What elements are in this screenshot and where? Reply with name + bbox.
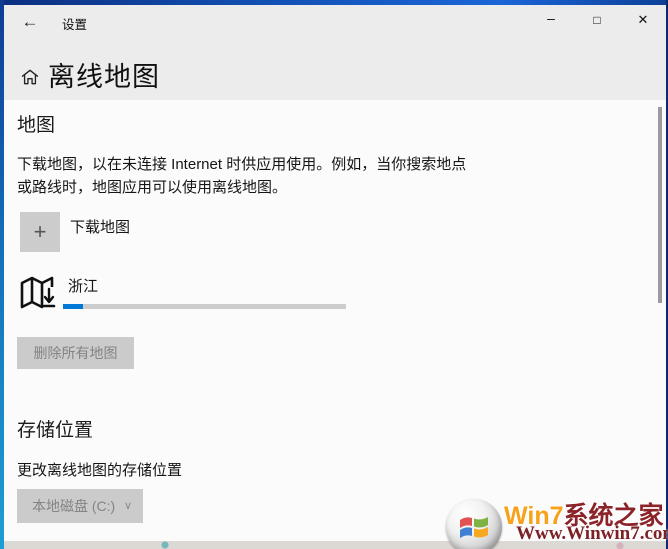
window-title: 设置 [62,14,87,33]
storage-section-heading: 存储位置 [17,415,93,442]
chevron-down-icon: ∨ [124,499,132,512]
page-title: 离线地图 [48,55,160,94]
download-item-region: 浙江 [68,275,98,296]
storage-section-description: 更改离线地图的存储位置 [17,459,182,480]
window-controls: – □ ✕ [528,5,666,36]
delete-all-maps-button[interactable]: 删除所有地图 [17,337,134,369]
home-icon [20,67,40,87]
minimize-button[interactable]: – [528,5,574,36]
close-icon: ✕ [638,12,649,27]
map-download-icon [16,271,60,315]
storage-drive-dropdown[interactable]: 本地磁盘 (C:) ∨ [17,489,143,523]
download-maps-label: 下载地图 [70,216,130,237]
screen: ← 设置 – □ ✕ 离线地图 地图 下载地图，以在未连接 Internet 时… [0,0,668,549]
maps-section-heading: 地图 [17,110,55,137]
download-progress-fill [63,304,83,309]
maps-section-description: 下载地图，以在未连接 Internet 时供应用使用。例如，当你搜索地点或路线时… [17,153,479,199]
settings-window: ← 设置 – □ ✕ 离线地图 地图 下载地图，以在未连接 Internet 时… [4,5,666,541]
storage-drive-value: 本地磁盘 (C:) [32,498,115,514]
maximize-button[interactable]: □ [574,5,620,36]
scrollbar-thumb[interactable] [658,107,662,303]
plus-icon: + [34,219,47,244]
maximize-icon: □ [593,13,600,27]
back-button[interactable]: ← [13,8,47,36]
minimize-icon: – [547,10,555,26]
windows-flag-icon [458,512,490,542]
windows-logo-icon [446,499,502,549]
download-maps-button[interactable]: + [20,212,60,252]
download-progress-bar [63,304,346,309]
close-button[interactable]: ✕ [620,5,666,36]
back-arrow-icon: ← [22,12,39,31]
watermark: Win7系统之家 Www.Winwin7.com [446,495,662,547]
watermark-url: Www.Winwin7.com [516,523,668,545]
